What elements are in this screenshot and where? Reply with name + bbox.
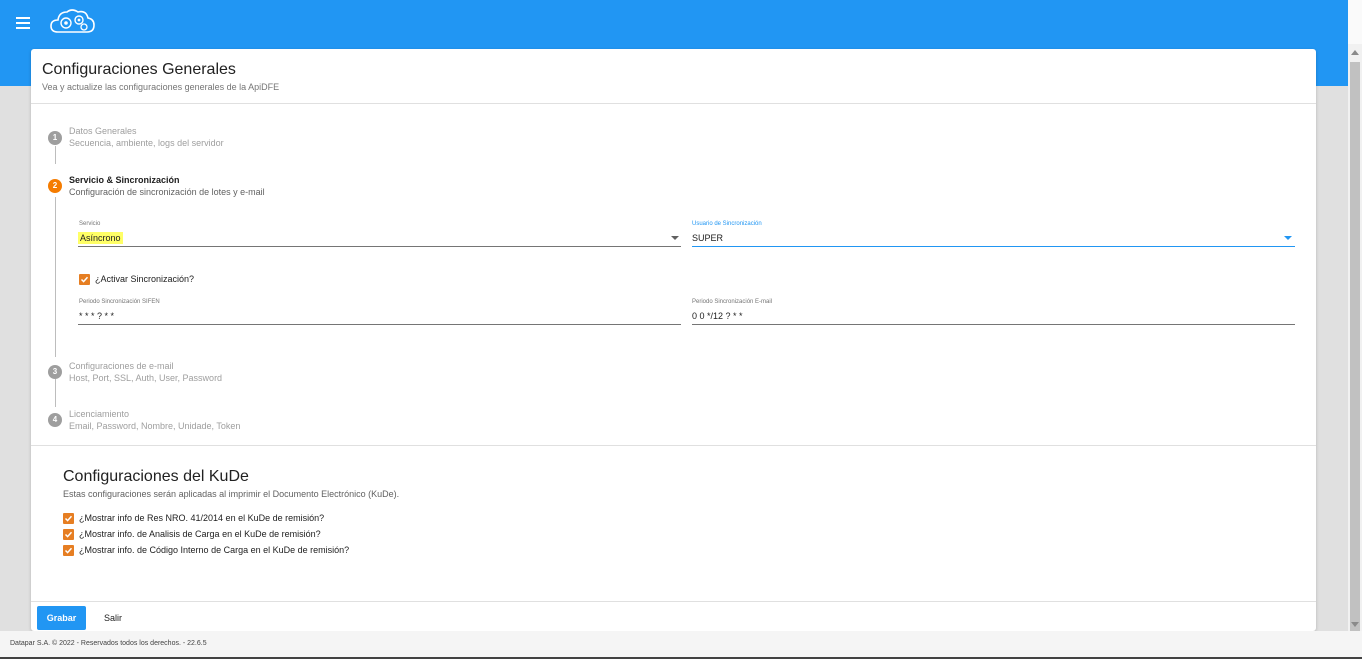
scroll-up-arrow-icon[interactable] bbox=[1351, 50, 1359, 55]
step-number-2[interactable]: 2 bbox=[48, 179, 62, 193]
chevron-down-icon[interactable] bbox=[1284, 236, 1292, 240]
chevron-down-icon[interactable] bbox=[671, 236, 679, 240]
step-subtitle: Configuración de sincronización de lotes… bbox=[69, 187, 265, 197]
step-title-configuraciones-email[interactable]: Configuraciones de e-mail bbox=[69, 361, 174, 371]
kude-option-checkbox[interactable] bbox=[63, 529, 74, 540]
usuario-sincronizacion-label: Usuario de Sincronización bbox=[692, 221, 762, 227]
vertical-scrollbar[interactable] bbox=[1348, 44, 1362, 652]
footer: Datapar S.A. © 2022 - Reservados todos l… bbox=[0, 631, 1362, 657]
kude-option-label[interactable]: ¿Mostrar info de Res NRO. 41/2014 en el … bbox=[79, 513, 324, 523]
activar-sincronizacion-label[interactable]: ¿Activar Sincronización? bbox=[95, 274, 194, 284]
scrollbar-thumb[interactable] bbox=[1350, 62, 1360, 652]
checkmark-icon bbox=[80, 276, 89, 283]
servicio-label: Servicio bbox=[79, 221, 101, 227]
step-title-licenciamiento[interactable]: Licenciamiento bbox=[69, 409, 129, 419]
periodo-sifen-input[interactable]: * * * ? * * bbox=[79, 311, 114, 321]
servicio-select[interactable] bbox=[78, 246, 681, 247]
periodo-sifen-label: Periodo Sincronización SIFEN bbox=[79, 299, 160, 305]
actions-divider bbox=[31, 601, 1316, 602]
header-divider bbox=[31, 103, 1316, 104]
kude-option-label[interactable]: ¿Mostrar info. de Código Interno de Carg… bbox=[79, 545, 349, 555]
step-subtitle: Host, Port, SSL, Auth, User, Password bbox=[69, 373, 223, 383]
checkmark-icon bbox=[64, 515, 73, 522]
save-button[interactable]: Grabar bbox=[37, 606, 86, 630]
kude-option-checkbox[interactable] bbox=[63, 513, 74, 524]
usuario-sincronizacion-value[interactable]: SUPER bbox=[692, 233, 723, 243]
step-number-3[interactable]: 3 bbox=[48, 365, 62, 379]
kude-option-label[interactable]: ¿Mostrar info. de Analisis de Carga en e… bbox=[79, 529, 321, 539]
kude-section-title: Configuraciones del KuDe bbox=[63, 468, 249, 485]
page-title: Configuraciones Generales bbox=[42, 61, 236, 78]
step-number-4[interactable]: 4 bbox=[48, 413, 62, 427]
settings-card: Configuraciones Generales Vea y actualiz… bbox=[31, 49, 1316, 631]
periodo-email-underline[interactable] bbox=[692, 324, 1295, 325]
kude-section-subtitle: Estas configuraciones serán aplicadas al… bbox=[63, 489, 400, 499]
stepper-connector bbox=[55, 146, 56, 164]
activar-sincronizacion-checkbox[interactable] bbox=[79, 274, 90, 285]
step-subtitle: Secuencia, ambiente, logs del servidor bbox=[69, 138, 224, 148]
page-subtitle: Vea y actualize las configuraciones gene… bbox=[42, 82, 280, 92]
stepper-connector bbox=[55, 379, 56, 407]
footer-copyright: Datapar S.A. © 2022 - Reservados todos l… bbox=[10, 640, 207, 647]
step-title-datos-generales[interactable]: Datos Generales bbox=[69, 126, 137, 136]
hamburger-menu-icon[interactable] bbox=[16, 17, 30, 29]
section-divider bbox=[31, 445, 1316, 446]
stepper-connector bbox=[55, 197, 56, 357]
exit-button[interactable]: Salir bbox=[95, 606, 131, 630]
step-title-servicio-sincronizacion[interactable]: Servicio & Sincronización bbox=[69, 175, 180, 185]
scroll-down-arrow-icon[interactable] bbox=[1351, 622, 1359, 627]
periodo-email-label: Periodo Sincronización E-mail bbox=[692, 299, 773, 305]
step-subtitle: Email, Password, Nombre, Unidade, Token bbox=[69, 421, 241, 431]
periodo-email-input[interactable]: 0 0 */12 ? * * bbox=[692, 311, 743, 321]
periodo-sifen-underline[interactable] bbox=[78, 324, 681, 325]
checkmark-icon bbox=[64, 531, 73, 538]
usuario-sincronizacion-select[interactable] bbox=[692, 246, 1295, 247]
checkmark-icon bbox=[64, 547, 73, 554]
kude-option-checkbox[interactable] bbox=[63, 545, 74, 556]
servicio-select-value[interactable]: Asíncrono bbox=[78, 232, 123, 244]
step-number-1[interactable]: 1 bbox=[48, 131, 62, 145]
cloud-gears-logo-icon[interactable] bbox=[48, 6, 96, 36]
